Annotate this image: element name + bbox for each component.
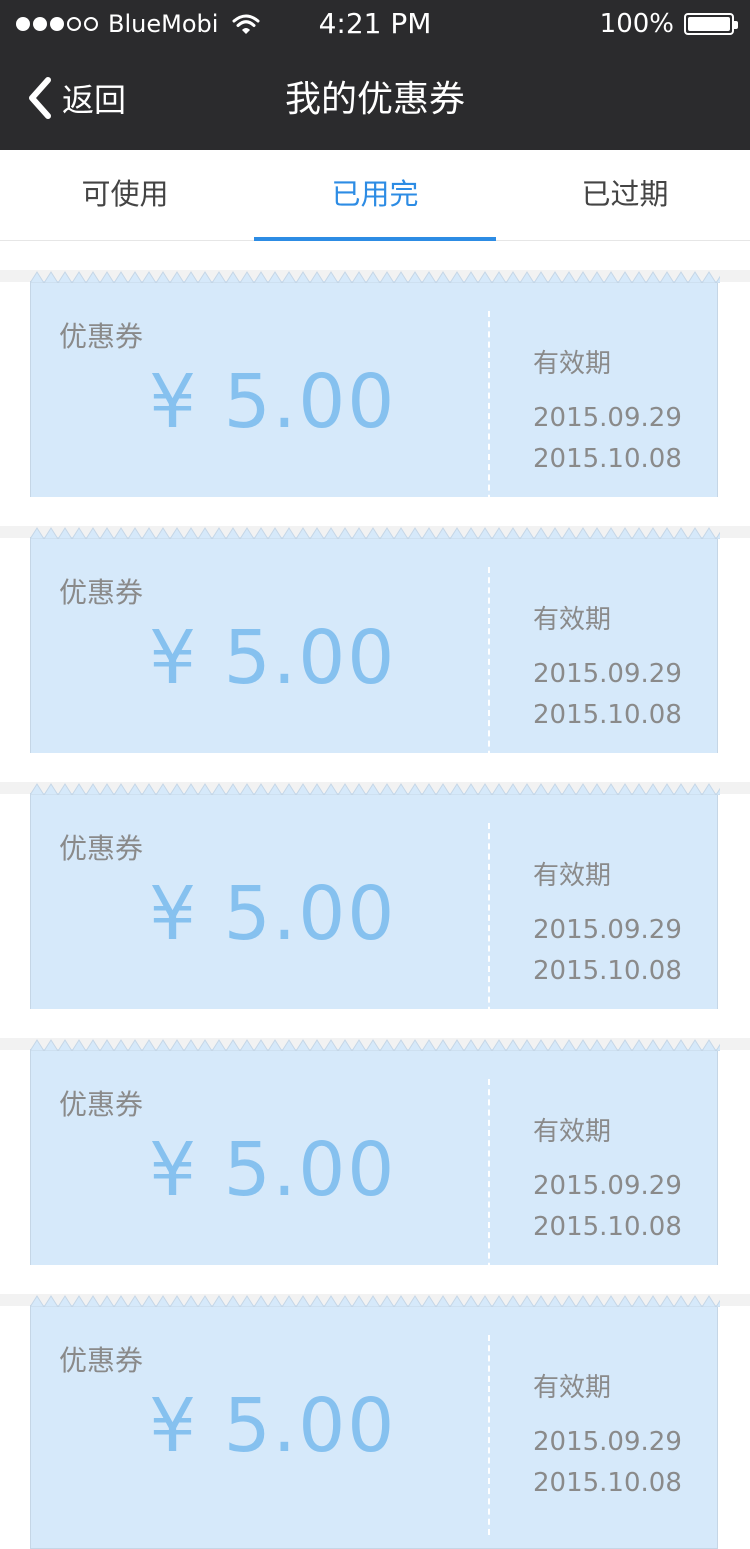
dashed-divider xyxy=(488,1079,490,1279)
end-date: 2015.10.08 xyxy=(533,700,682,730)
zigzag-edge xyxy=(30,271,720,283)
start-date: 2015.09.29 xyxy=(533,915,682,945)
end-date: 2015.10.08 xyxy=(533,444,682,474)
dashed-divider xyxy=(488,311,490,511)
coupon-item[interactable]: 优惠券 ¥ 5.00 有效期 2015.09.29 2015.10.08 xyxy=(0,1265,750,1549)
status-bar: BlueMobi 4:21 PM 100% xyxy=(0,0,750,48)
page-title: 我的优惠券 xyxy=(284,79,465,120)
tab-available[interactable]: 可使用 xyxy=(0,150,250,240)
coupon-card: 优惠券 ¥ 5.00 有效期 2015.09.29 2015.10.08 xyxy=(30,527,720,781)
dashed-divider xyxy=(488,567,490,767)
coupon-label: 优惠券 xyxy=(59,832,144,865)
coupon-amount: ¥ 5.00 xyxy=(149,1127,397,1213)
tab-used-up[interactable]: 已用完 xyxy=(250,150,500,241)
validity-label: 有效期 xyxy=(533,861,612,891)
end-date: 2015.10.08 xyxy=(533,1212,682,1242)
validity-label: 有效期 xyxy=(533,1373,612,1403)
coupon-list: 优惠券 ¥ 5.00 有效期 2015.09.29 2015.10.08 优惠券… xyxy=(0,241,750,1549)
end-date: 2015.10.08 xyxy=(533,956,682,986)
start-date: 2015.09.29 xyxy=(533,403,682,433)
coupon-label: 优惠券 xyxy=(59,320,144,353)
nav-bar: 返回 我的优惠券 xyxy=(0,48,750,150)
coupon-item[interactable]: 优惠券 ¥ 5.00 有效期 2015.09.29 2015.10.08 xyxy=(0,1009,750,1293)
coupon-label: 优惠券 xyxy=(59,1344,144,1377)
coupon-card: 优惠券 ¥ 5.00 有效期 2015.09.29 2015.10.08 xyxy=(30,1039,720,1293)
end-date: 2015.10.08 xyxy=(533,1468,682,1498)
coupon-amount: ¥ 5.00 xyxy=(149,615,397,701)
zigzag-edge xyxy=(30,1039,720,1051)
status-right: 100% xyxy=(599,8,738,40)
dashed-divider xyxy=(488,1335,490,1535)
zigzag-edge xyxy=(30,1295,720,1307)
start-date: 2015.09.29 xyxy=(533,1171,682,1201)
tab-bar: 可使用 已用完 已过期 xyxy=(0,150,750,241)
battery-tip xyxy=(734,21,738,29)
validity-label: 有效期 xyxy=(533,1117,612,1147)
coupon-amount: ¥ 5.00 xyxy=(149,1383,397,1469)
coupon-label: 优惠券 xyxy=(59,576,144,609)
battery-icon xyxy=(684,13,738,35)
coupon-item[interactable]: 优惠券 ¥ 5.00 有效期 2015.09.29 2015.10.08 xyxy=(0,753,750,1037)
coupon-item[interactable]: 优惠券 ¥ 5.00 有效期 2015.09.29 2015.10.08 xyxy=(0,241,750,525)
coupon-amount: ¥ 5.00 xyxy=(149,871,397,957)
coupon-card: 优惠券 ¥ 5.00 有效期 2015.09.29 2015.10.08 xyxy=(30,271,720,525)
dashed-divider xyxy=(488,823,490,1023)
battery-percent: 100% xyxy=(599,9,674,39)
coupon-card: 优惠券 ¥ 5.00 有效期 2015.09.29 2015.10.08 xyxy=(30,1295,720,1549)
coupon-item[interactable]: 优惠券 ¥ 5.00 有效期 2015.09.29 2015.10.08 xyxy=(0,497,750,781)
coupon-label: 优惠券 xyxy=(59,1088,144,1121)
tab-expired[interactable]: 已过期 xyxy=(500,150,750,240)
zigzag-edge xyxy=(30,783,720,795)
battery-fill xyxy=(688,17,730,31)
coupon-card: 优惠券 ¥ 5.00 有效期 2015.09.29 2015.10.08 xyxy=(30,783,720,1037)
coupon-amount: ¥ 5.00 xyxy=(149,359,397,445)
validity-label: 有效期 xyxy=(533,605,612,635)
validity-label: 有效期 xyxy=(533,349,612,379)
start-date: 2015.09.29 xyxy=(533,1427,682,1457)
zigzag-edge xyxy=(30,527,720,539)
start-date: 2015.09.29 xyxy=(533,659,682,689)
